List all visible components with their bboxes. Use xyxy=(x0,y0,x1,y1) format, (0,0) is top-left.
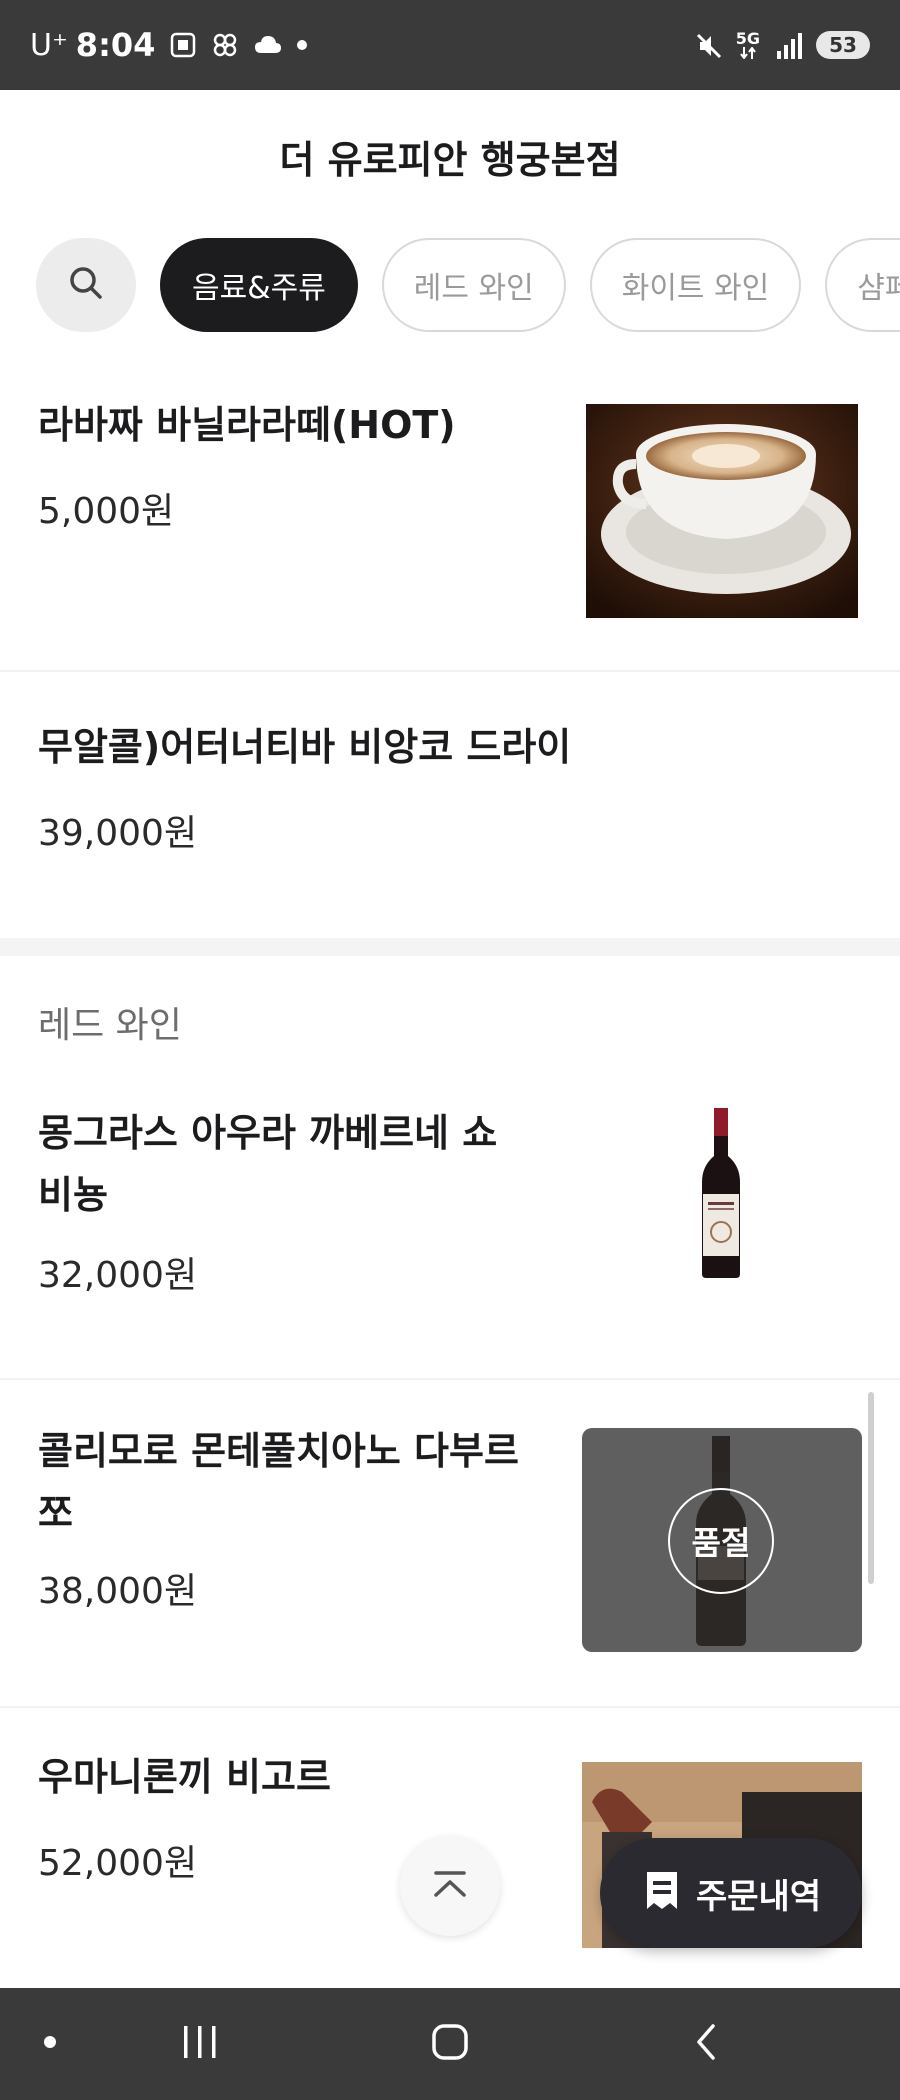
clock: 8:04 xyxy=(75,26,156,64)
menu-item-name: 우마니론끼 비고르 xyxy=(38,1755,331,1799)
system-nav-bar xyxy=(0,1988,900,2100)
home-button[interactable] xyxy=(420,2016,480,2072)
carrier-label: U⁺ xyxy=(30,27,68,63)
dot-indicator-icon xyxy=(295,31,323,59)
wine-bottle-image: 품절 xyxy=(582,1428,862,1652)
scroll-to-top-button[interactable] xyxy=(400,1836,500,1936)
menu-item[interactable]: 콜리모로 몬테풀치아노 다부르쪼 38,000원 품절 xyxy=(0,1380,900,1708)
status-bar: U⁺ 8:04 5G 53 xyxy=(0,0,900,90)
app-notification-icon xyxy=(211,31,239,59)
menu-item-price: 52,000원 xyxy=(38,1843,198,1884)
menu-list: 라바짜 바닐라라떼(HOT) 5,000원 무알콜)어터너티바 비앙코 드라이 … xyxy=(0,348,900,1948)
red-wine-section-header: 레드 와인 xyxy=(0,956,900,1050)
network-label: 5G xyxy=(735,29,760,48)
section-title: 레드 와인 xyxy=(38,1005,182,1046)
sold-out-badge: 품절 xyxy=(668,1488,774,1594)
nav-dot-button[interactable] xyxy=(30,2016,70,2072)
search-button[interactable] xyxy=(36,238,136,332)
menu-item-name: 콜리모로 몬테풀치아노 다부르쪼 xyxy=(38,1429,519,1535)
chevron-up-icon xyxy=(430,1869,470,1903)
network-type: 5G xyxy=(736,31,760,59)
back-icon xyxy=(691,2022,721,2066)
menu-item-name: 무알콜)어터너티바 비앙코 드라이 xyxy=(38,725,572,769)
cloud-icon xyxy=(253,31,282,59)
category-chip-white-wine[interactable]: 화이트 와인 xyxy=(589,238,802,332)
category-chip-champagne[interactable]: 샴페인 xyxy=(825,238,900,332)
status-left: U⁺ 8:04 xyxy=(30,22,323,68)
menu-item-price: 5,000원 xyxy=(38,491,175,532)
menu-item[interactable]: 라바짜 바닐라라떼(HOT) 5,000원 xyxy=(0,348,900,672)
category-track: 음료&주류 레드 와인 화이트 와인 샴페인 xyxy=(36,238,900,332)
section-divider xyxy=(0,938,900,956)
store-header: 더 유로피안 행궁본점 xyxy=(0,90,900,222)
signal-icon xyxy=(774,31,802,59)
menu-item-price: 32,000원 xyxy=(38,1255,198,1296)
store-title: 더 유로피안 행궁본점 xyxy=(279,137,621,182)
dot-icon xyxy=(42,2034,58,2054)
menu-item-name: 라바짜 바닐라라떼(HOT) xyxy=(38,403,456,447)
category-chip-red-wine[interactable]: 레드 와인 xyxy=(381,238,566,332)
screenshot-icon xyxy=(169,31,197,59)
back-button[interactable] xyxy=(676,2016,736,2072)
recent-apps-button[interactable] xyxy=(170,2016,230,2072)
receipt-icon xyxy=(644,1869,680,1917)
category-bar: 음료&주류 레드 와인 화이트 와인 샴페인 xyxy=(0,222,900,348)
menu-item[interactable]: 몽그라스 아우라 까베르네 쇼비뇽 32,000원 xyxy=(0,1050,900,1380)
menu-item-name: 몽그라스 아우라 까베르네 쇼비뇽 xyxy=(38,1111,498,1217)
category-chip-drinks[interactable]: 음료&주류 xyxy=(160,238,358,332)
search-icon xyxy=(66,263,106,307)
menu-item-price: 39,000원 xyxy=(38,813,198,854)
recent-apps-icon xyxy=(180,2024,220,2064)
menu-item-price: 38,000원 xyxy=(38,1571,198,1612)
order-history-label: 주문내역 xyxy=(696,1876,822,1917)
battery-indicator: 53 xyxy=(816,31,870,59)
home-icon xyxy=(430,2022,470,2066)
latte-image xyxy=(586,404,858,618)
mute-icon xyxy=(694,31,722,59)
order-history-button[interactable]: 주문내역 xyxy=(600,1838,862,1948)
scrollbar[interactable] xyxy=(868,1392,874,1584)
status-right: 5G 53 xyxy=(694,22,870,68)
menu-item[interactable]: 무알콜)어터너티바 비앙코 드라이 39,000원 xyxy=(0,672,900,938)
wine-bottle-image xyxy=(690,1108,754,1278)
